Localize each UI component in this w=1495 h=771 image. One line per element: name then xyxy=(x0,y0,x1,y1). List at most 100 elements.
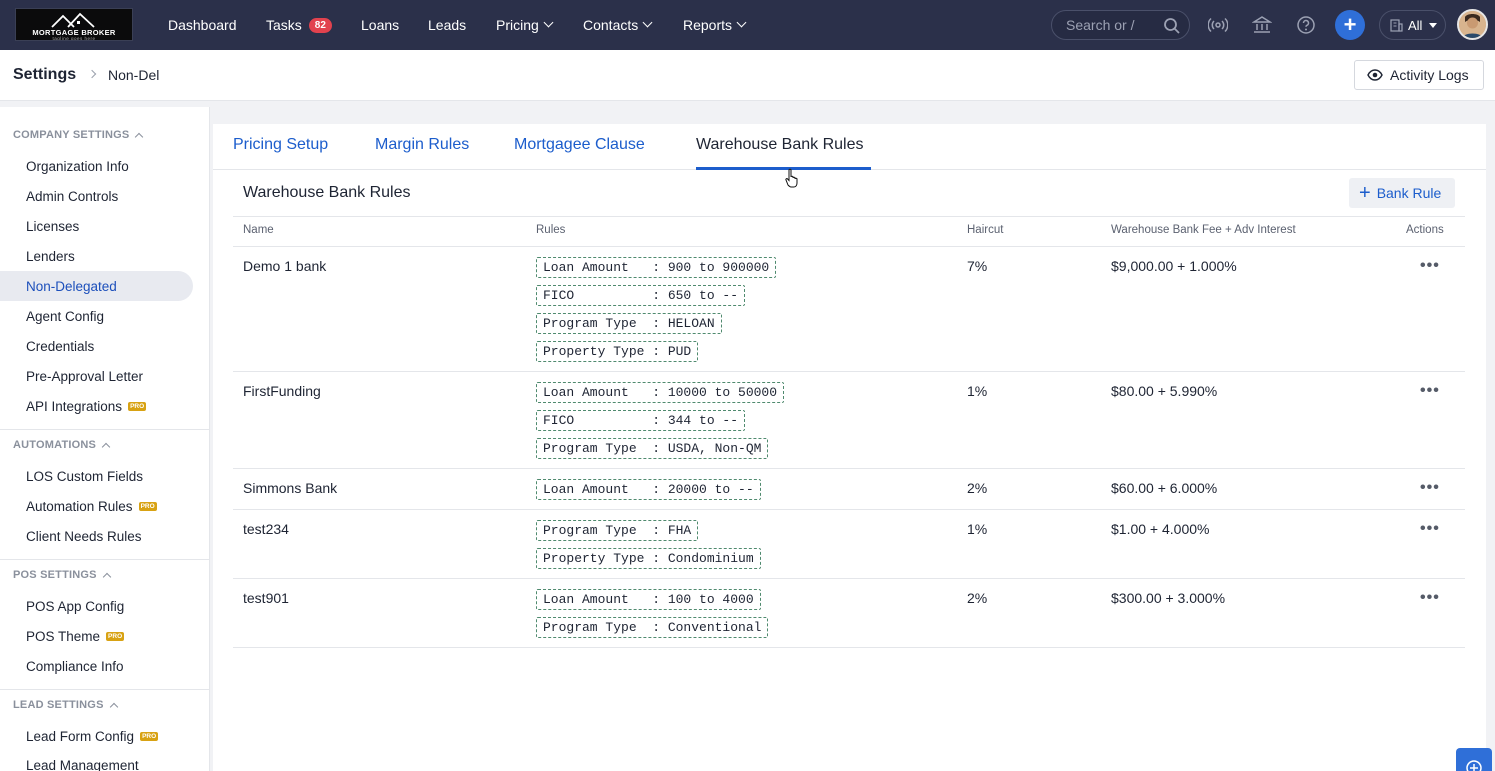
rule-chip: Property Type : Condominium xyxy=(536,548,761,569)
active-tab-indicator xyxy=(696,167,871,170)
sidebar-item-compliance-info[interactable]: Compliance Info xyxy=(26,659,124,674)
row-actions-menu-icon[interactable]: ••• xyxy=(1420,382,1440,400)
activity-logs-label: Activity Logs xyxy=(1390,67,1469,83)
help-icon[interactable] xyxy=(1295,14,1317,36)
company-logo[interactable]: MORTGAGE BROKER tagline goes here xyxy=(15,8,133,41)
sidebar-item-pre-approval-letter[interactable]: Pre-Approval Letter xyxy=(26,369,143,384)
haircut-value: 7% xyxy=(967,258,988,274)
section-lead-settings[interactable]: LEAD SETTINGS xyxy=(13,699,118,711)
rule-chip: Loan Amount : 10000 to 50000 xyxy=(536,382,785,403)
activity-logs-button[interactable]: Activity Logs xyxy=(1354,60,1484,90)
add-bank-rule-button[interactable]: + Bank Rule xyxy=(1349,178,1455,208)
sidebar-item-client-needs-rules[interactable]: Client Needs Rules xyxy=(26,529,142,544)
nav-reports[interactable]: Reports xyxy=(683,0,747,50)
sidebar-item-organization-info[interactable]: Organization Info xyxy=(26,159,129,174)
tab-margin-rules[interactable]: Margin Rules xyxy=(375,136,469,154)
sidebar-item-agent-config[interactable]: Agent Config xyxy=(26,309,104,324)
sidebar-item-lead-management[interactable]: Lead Management xyxy=(26,758,139,771)
tab-warehouse-bank-rules[interactable]: Warehouse Bank Rules xyxy=(696,136,864,154)
row-actions-menu-icon[interactable]: ••• xyxy=(1420,520,1440,538)
sidebar-item-licenses[interactable]: Licenses xyxy=(26,219,79,234)
nav-label: Loans xyxy=(361,17,400,33)
chevron-up-icon xyxy=(135,132,144,141)
tab-pricing-setup[interactable]: Pricing Setup xyxy=(233,136,328,154)
row-actions-menu-icon[interactable]: ••• xyxy=(1420,257,1440,275)
breadcrumb-current: Non-Del xyxy=(108,67,160,83)
breadcrumb-settings[interactable]: Settings xyxy=(13,66,76,84)
nav-label: Leads xyxy=(428,17,467,33)
sidebar-item-label: API Integrations xyxy=(26,399,123,414)
hand-cursor-icon xyxy=(785,168,798,188)
nav-loans[interactable]: Loans xyxy=(361,0,399,50)
scope-label: All xyxy=(1408,17,1423,33)
sidebar-item-api-integrations[interactable]: API Integrations PRO xyxy=(26,399,147,414)
chevron-up-icon xyxy=(101,442,111,451)
bank-icon[interactable] xyxy=(1251,14,1273,36)
row-actions-menu-icon[interactable]: ••• xyxy=(1420,479,1440,497)
section-title: POS SETTINGS xyxy=(13,569,97,581)
row-actions-menu-icon[interactable]: ••• xyxy=(1420,589,1440,607)
search-icon xyxy=(1164,18,1180,34)
bank-name: Demo 1 bank xyxy=(243,258,327,274)
rule-chip: Program Type : USDA, Non-QM xyxy=(536,438,769,459)
building-icon xyxy=(1390,18,1403,32)
nav-contacts[interactable]: Contacts xyxy=(583,0,653,50)
rule-chip: Program Type : HELOAN xyxy=(536,313,722,334)
column-header-name: Name xyxy=(243,224,274,236)
sidebar-item-lead-form-config[interactable]: Lead Form Config PRO xyxy=(26,729,159,744)
nav-label: Tasks xyxy=(266,17,302,33)
haircut-value: 1% xyxy=(967,383,988,399)
top-navigation-bar: MORTGAGE BROKER tagline goes here Dashbo… xyxy=(0,0,1495,50)
divider xyxy=(233,578,1465,579)
chevron-right-icon xyxy=(87,69,97,79)
sidebar-item-label: Credentials xyxy=(26,339,95,354)
tab-mortgagee-clause[interactable]: Mortgagee Clause xyxy=(514,136,645,154)
broadcast-icon[interactable] xyxy=(1207,14,1229,36)
sidebar-item-label: Compliance Info xyxy=(26,659,124,674)
avatar[interactable] xyxy=(1457,9,1488,40)
sidebar-item-label: LOS Custom Fields xyxy=(26,469,144,484)
chevron-down-icon xyxy=(642,17,653,28)
section-pos-settings[interactable]: POS SETTINGS xyxy=(13,569,111,581)
global-search-input[interactable]: Search or / xyxy=(1051,10,1190,40)
divider xyxy=(233,647,1465,648)
divider xyxy=(233,468,1465,469)
nav-tasks[interactable]: Tasks 82 xyxy=(266,0,332,50)
bank-name: FirstFunding xyxy=(243,383,321,399)
fee-value: $1.00 + 4.000% xyxy=(1111,521,1210,537)
divider xyxy=(233,246,1465,247)
scope-selector[interactable]: All xyxy=(1379,10,1446,40)
bank-name: test901 xyxy=(243,590,289,606)
nav-leads[interactable]: Leads xyxy=(428,0,466,50)
sidebar-item-non-delegated[interactable]: Non-Delegated xyxy=(0,271,193,301)
add-icon[interactable]: + xyxy=(1335,10,1365,40)
pro-badge: PRO xyxy=(138,502,157,511)
nav-pricing[interactable]: Pricing xyxy=(496,0,554,50)
sidebar-item-label: Lenders xyxy=(26,249,75,264)
sidebar-item-automation-rules[interactable]: Automation Rules PRO xyxy=(26,499,157,514)
page-header: Settings Non-Del Activity Logs xyxy=(0,50,1495,101)
sidebar-item-label: Automation Rules xyxy=(26,499,133,514)
sidebar-item-label: Client Needs Rules xyxy=(26,529,142,544)
haircut-value: 1% xyxy=(967,521,988,537)
eye-icon xyxy=(1367,69,1383,81)
plus-circle-icon xyxy=(1466,760,1482,771)
sidebar-item-label: Lead Management xyxy=(26,758,139,771)
section-company-settings[interactable]: COMPANY SETTINGS xyxy=(13,129,144,141)
section-title: COMPANY SETTINGS xyxy=(13,129,130,141)
floating-action-button[interactable] xyxy=(1456,748,1492,771)
plus-icon: + xyxy=(1359,182,1371,204)
sidebar-item-credentials[interactable]: Credentials xyxy=(26,339,94,354)
sidebar-item-pos-theme[interactable]: POS Theme PRO xyxy=(26,629,125,644)
sidebar-item-pos-app-config[interactable]: POS App Config xyxy=(26,599,124,614)
column-header-actions: Actions xyxy=(1406,224,1444,236)
nav-dashboard[interactable]: Dashboard xyxy=(168,0,237,50)
fee-value: $300.00 + 3.000% xyxy=(1111,590,1226,606)
sidebar-item-admin-controls[interactable]: Admin Controls xyxy=(26,189,118,204)
section-automations[interactable]: AUTOMATIONS xyxy=(13,439,111,451)
sidebar-item-lenders[interactable]: Lenders xyxy=(26,249,75,264)
chevron-down-icon xyxy=(543,17,554,28)
divider xyxy=(233,371,1465,372)
bank-name: test234 xyxy=(243,521,289,537)
sidebar-item-los-custom-fields[interactable]: LOS Custom Fields xyxy=(26,469,143,484)
